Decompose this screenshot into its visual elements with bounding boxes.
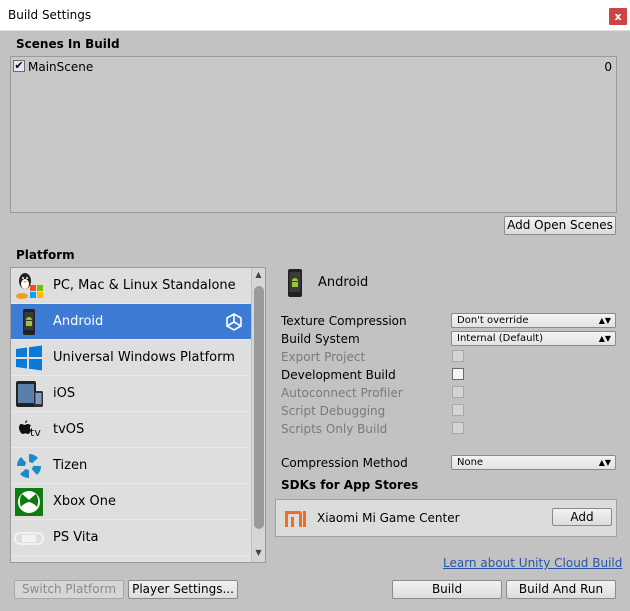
platform-list[interactable]: PC, Mac & Linux Standalone Android Unive… <box>10 267 266 563</box>
add-sdk-button[interactable]: Add <box>552 508 612 526</box>
add-open-scenes-button[interactable]: Add Open Scenes <box>504 216 616 235</box>
texture-compression-label: Texture Compression <box>281 314 407 328</box>
build-button[interactable]: Build <box>392 580 502 599</box>
platform-item-xbox-one[interactable]: Xbox One <box>11 484 251 520</box>
compression-method-dropdown[interactable]: None ▲▼ <box>451 455 616 470</box>
scenes-list[interactable]: ✔ MainScene 0 <box>10 56 617 213</box>
export-project-checkbox <box>452 350 464 362</box>
platform-label: Universal Windows Platform <box>53 350 235 365</box>
xbox-icon <box>15 488 43 516</box>
scene-index: 0 <box>604 60 612 74</box>
export-project-label: Export Project <box>281 350 366 364</box>
android-icon <box>288 269 302 297</box>
texture-compression-dropdown[interactable]: Don't override ▲▼ <box>451 313 616 328</box>
platform-heading: Platform <box>16 248 75 262</box>
platform-item-ps-vita[interactable]: PS Vita <box>11 520 251 556</box>
xiaomi-logo-icon <box>285 511 306 527</box>
development-build-checkbox[interactable] <box>452 368 464 380</box>
ios-device-icon <box>16 381 43 407</box>
texture-compression-value: Don't override <box>457 315 529 326</box>
build-system-dropdown[interactable]: Internal (Default) ▲▼ <box>451 331 616 346</box>
platform-label: iOS <box>53 386 76 401</box>
scene-name: MainScene <box>28 60 94 74</box>
windows-logo-icon <box>16 345 42 371</box>
player-settings-button[interactable]: Player Settings... <box>128 580 238 599</box>
platform-label: Android <box>53 314 104 329</box>
sdk-name: Xiaomi Mi Game Center <box>317 511 460 525</box>
autoconnect-profiler-label: Autoconnect Profiler <box>281 386 403 400</box>
svg-text:tv: tv <box>30 426 41 439</box>
title-bar: Build Settings x <box>0 0 630 31</box>
platform-label: tvOS <box>53 422 85 437</box>
compression-method-label: Compression Method <box>281 456 408 470</box>
scroll-thumb[interactable] <box>254 286 264 529</box>
scenes-in-build-heading: Scenes In Build <box>16 37 120 51</box>
ps-vita-icon <box>14 532 44 545</box>
script-debugging-checkbox <box>452 404 464 416</box>
pc-mac-linux-icon <box>16 273 43 299</box>
development-build-label: Development Build <box>281 368 396 382</box>
unity-cloud-build-link[interactable]: Learn about Unity Cloud Build <box>443 556 622 570</box>
platform-item-tizen[interactable]: Tizen <box>11 448 251 484</box>
selected-platform-title: Android <box>318 275 369 290</box>
platform-label: Xbox One <box>53 494 117 509</box>
tizen-icon <box>16 453 42 479</box>
scroll-down-arrow-icon[interactable]: ▼ <box>252 546 265 560</box>
dropdown-arrow-icon: ▲▼ <box>598 458 611 467</box>
sdks-heading: SDKs for App Stores <box>281 478 419 492</box>
sdk-row: Xiaomi Mi Game Center Add <box>275 499 617 537</box>
switch-platform-button: Switch Platform <box>14 580 124 599</box>
window-title: Build Settings <box>8 8 92 22</box>
platform-item-android[interactable]: Android <box>11 304 251 340</box>
unity-logo-icon <box>226 313 242 331</box>
script-debugging-label: Script Debugging <box>281 404 386 418</box>
scene-include-checkbox[interactable]: ✔ <box>13 60 25 72</box>
build-system-value: Internal (Default) <box>457 333 544 344</box>
scripts-only-build-label: Scripts Only Build <box>281 422 388 436</box>
close-button[interactable]: x <box>609 8 627 25</box>
scripts-only-build-checkbox <box>452 422 464 434</box>
scene-row[interactable]: ✔ MainScene 0 <box>13 59 614 75</box>
platform-label: Tizen <box>53 458 88 473</box>
autoconnect-profiler-checkbox <box>452 386 464 398</box>
platform-item-uwp[interactable]: Universal Windows Platform <box>11 340 251 376</box>
platform-item-ios[interactable]: iOS <box>11 376 251 412</box>
platform-list-scrollbar[interactable]: ▲ ▼ <box>251 268 265 562</box>
platform-label: PC, Mac & Linux Standalone <box>53 278 236 293</box>
apple-tv-icon: tv <box>19 420 41 439</box>
android-icon <box>23 309 35 335</box>
platform-item-tvos[interactable]: tv tvOS <box>11 412 251 448</box>
dropdown-arrow-icon: ▲▼ <box>598 334 611 343</box>
build-and-run-button[interactable]: Build And Run <box>506 580 616 599</box>
build-system-label: Build System <box>281 332 360 346</box>
compression-method-value: None <box>457 457 484 468</box>
platform-label: PS Vita <box>53 530 99 545</box>
dropdown-arrow-icon: ▲▼ <box>598 316 611 325</box>
platform-item-pc-mac-linux[interactable]: PC, Mac & Linux Standalone <box>11 268 251 304</box>
scroll-up-arrow-icon[interactable]: ▲ <box>252 268 265 282</box>
